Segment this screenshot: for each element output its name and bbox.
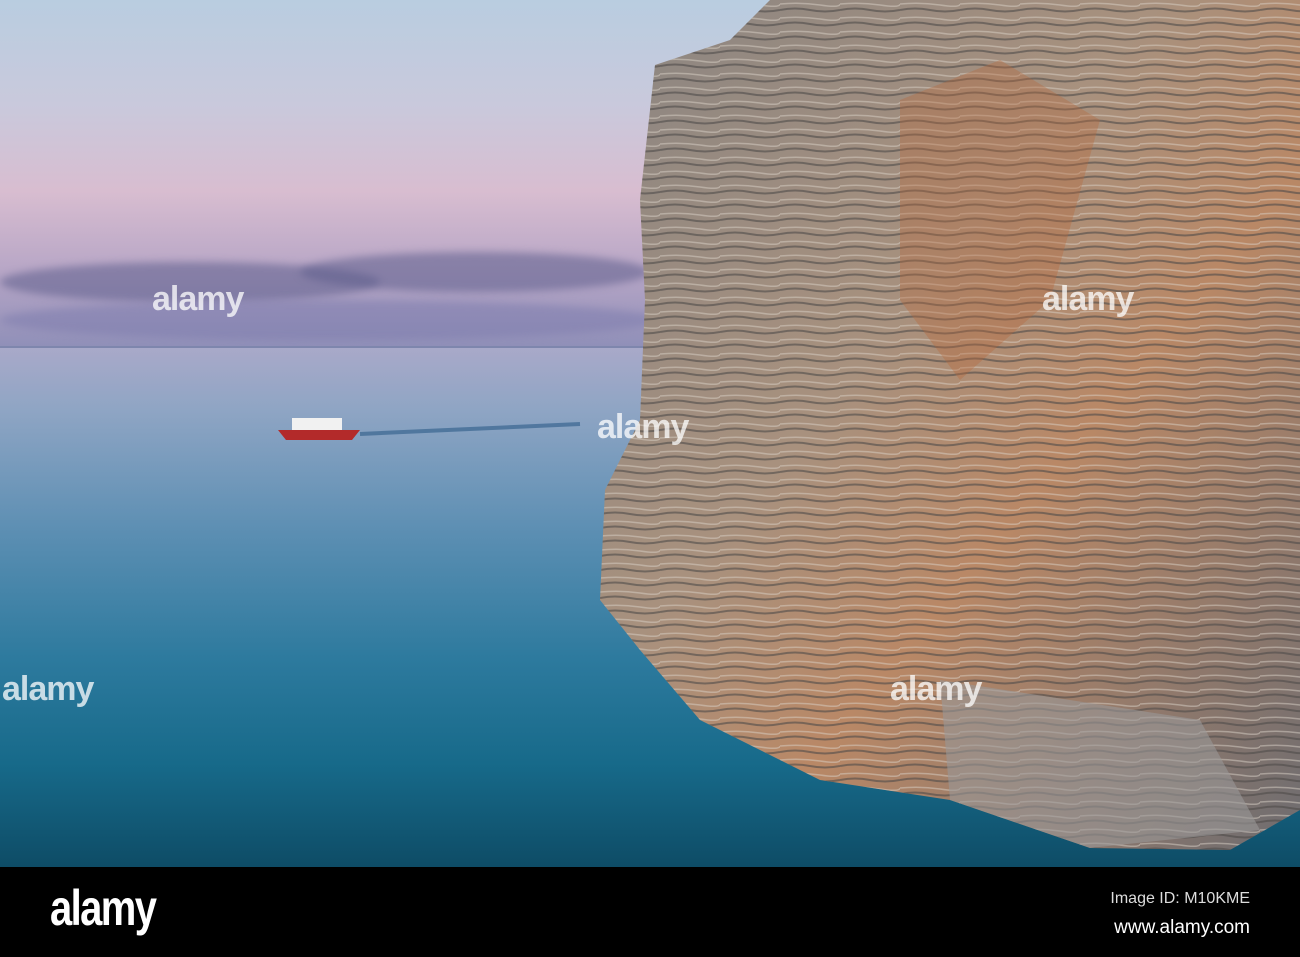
watermark: alamy	[1042, 280, 1134, 318]
image-id: Image ID: M10KME	[1110, 890, 1250, 907]
footer-bar: alamy Image ID: M10KME www.alamy.com	[0, 867, 1300, 957]
watermark: alamy	[597, 408, 689, 446]
alamy-logo: alamy	[50, 880, 157, 936]
site-url: www.alamy.com	[1114, 917, 1250, 938]
watermark: alamy	[152, 280, 244, 318]
watermark: alamy	[2, 670, 94, 708]
boat	[278, 418, 581, 440]
watermark: alamy	[890, 670, 982, 708]
stock-photo: alamy alamy alamy alamy alamy	[0, 0, 1300, 867]
